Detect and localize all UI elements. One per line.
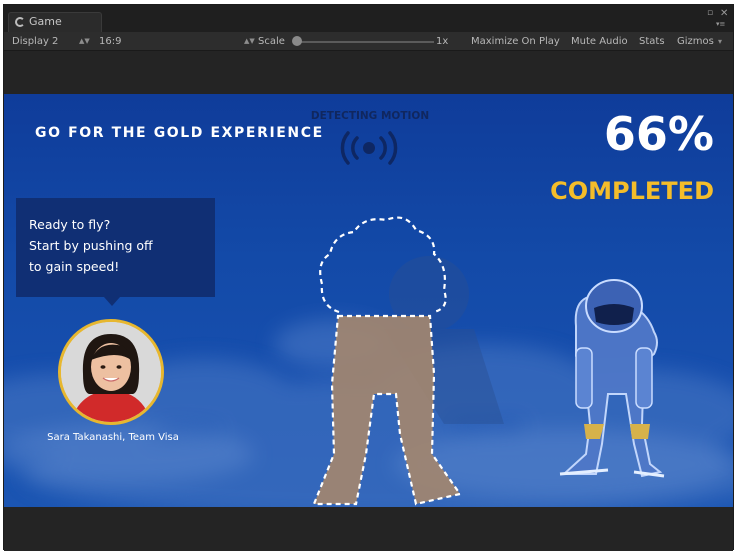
tab-game-label: Game [29, 15, 62, 28]
gizmos-dropdown[interactable]: Gizmos [677, 32, 714, 51]
gizmos-chevron-icon[interactable]: ▾ [718, 32, 722, 51]
mute-audio-toggle[interactable]: Mute Audio [571, 32, 628, 51]
display-dropdown-arrows-icon: ▲▼ [79, 37, 90, 45]
display-dropdown[interactable]: Display 2 [12, 32, 58, 51]
scale-slider-handle[interactable] [292, 36, 302, 46]
panel-menu-icon[interactable]: ▾≡ [716, 20, 725, 29]
game-window: Game ▫ ✕ ▾≡ Display 2 ▲▼ 16:9 ▲▼ Scale 1… [3, 4, 734, 551]
scale-slider-track[interactable] [296, 41, 434, 43]
stats-toggle[interactable]: Stats [639, 32, 665, 51]
scale-label: Scale [258, 36, 285, 47]
skier-avatar [559, 279, 665, 478]
aspect-dropdown-arrows-icon: ▲▼ [244, 37, 255, 45]
close-icon[interactable]: ✕ [720, 9, 728, 19]
tab-bar: Game ▫ ✕ ▾≡ [4, 5, 733, 32]
motion-capture-layer [312, 216, 665, 506]
scale-value: 1x [436, 36, 449, 47]
maximize-on-play-toggle[interactable]: Maximize On Play [471, 32, 560, 51]
letterbox-top [4, 51, 733, 94]
tab-game[interactable]: Game [8, 12, 102, 32]
maximize-icon[interactable]: ▫ [707, 9, 713, 18]
aspect-dropdown[interactable]: 16:9 [99, 32, 121, 51]
game-view[interactable]: GO FOR THE GOLD EXPERIENCE DETECTING MOT… [4, 94, 733, 507]
letterbox-bottom [4, 507, 733, 551]
game-toolbar: Display 2 ▲▼ 16:9 ▲▼ Scale 1x Maximize O… [4, 32, 733, 51]
unity-icon [15, 17, 25, 27]
